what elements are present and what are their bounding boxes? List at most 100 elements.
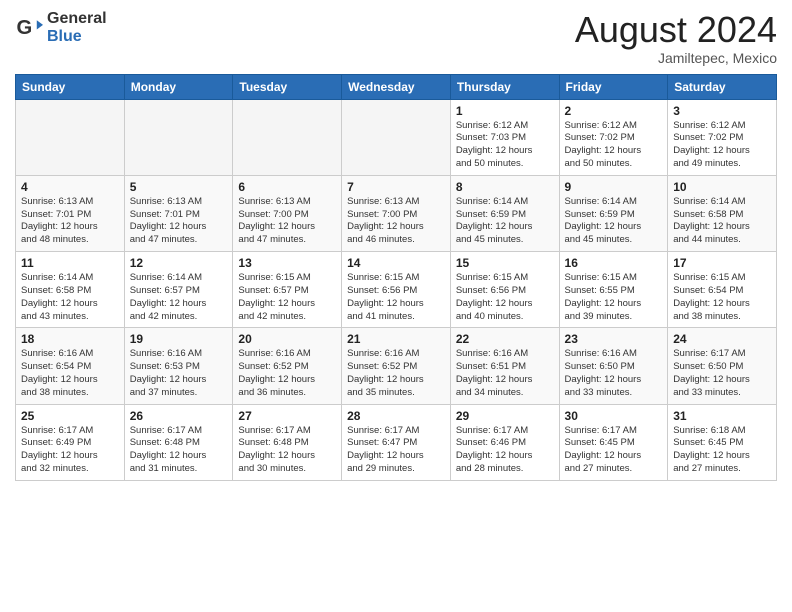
day-number: 23	[565, 332, 663, 346]
day-number: 2	[565, 104, 663, 118]
day-cell: 19 Sunrise: 6:16 AM Sunset: 6:53 PM Dayli…	[124, 328, 233, 404]
logo-general: General	[47, 10, 107, 27]
calendar-header-row: SundayMondayTuesdayWednesdayThursdayFrid…	[16, 74, 777, 99]
day-number: 27	[238, 409, 336, 423]
day-cell: 20Sunrise: 6:16 AM Sunset: 6:52 PM Dayli…	[233, 328, 342, 404]
day-info: Sunrise: 6:16 AM Sunset: 6:52 PM Dayligh…	[347, 348, 445, 399]
day-info: Sunrise: 6:16 AM Sunset: 6:53 PM Dayligh…	[130, 348, 228, 399]
day-info: Sunrise: 6:17 AM Sunset: 6:48 PM Dayligh…	[238, 425, 336, 476]
day-cell: 15 Sunrise: 6:15 AM Sunset: 6:56 PM Dayli…	[450, 252, 559, 328]
day-cell: 25 Sunrise: 6:17 AM Sunset: 6:49 PM Dayli…	[16, 404, 125, 480]
day-info: Sunrise: 6:14 AM Sunset: 6:58 PM Dayligh…	[21, 272, 119, 323]
day-number: 3	[673, 104, 771, 118]
day-number: 15	[456, 256, 554, 270]
day-cell: 27 Sunrise: 6:17 AM Sunset: 6:48 PM Dayli…	[233, 404, 342, 480]
day-info: Sunrise: 6:17 AM Sunset: 6:47 PM Dayligh…	[347, 425, 445, 476]
day-info: Sunrise: 6:13 AM Sunset: 7:01 PM Dayligh…	[21, 196, 119, 247]
day-info: Sunrise: 6:15 AM Sunset: 6:55 PM Dayligh…	[565, 272, 663, 323]
day-cell	[233, 99, 342, 175]
day-cell: 23 Sunrise: 6:16 AM Sunset: 6:50 PM Dayli…	[559, 328, 668, 404]
day-number: 21	[347, 332, 445, 346]
day-number: 9	[565, 180, 663, 194]
day-cell: 7 Sunrise: 6:13 AM Sunset: 7:00 PM Daylig…	[342, 175, 451, 251]
col-header-wednesday: Wednesday	[342, 74, 451, 99]
day-info: Sunrise: 6:17 AM Sunset: 6:45 PM Dayligh…	[565, 425, 663, 476]
logo-icon: G	[15, 14, 43, 42]
day-number: 4	[21, 180, 119, 194]
day-cell: 11 Sunrise: 6:14 AM Sunset: 6:58 PM Dayli…	[16, 252, 125, 328]
day-number: 8	[456, 180, 554, 194]
day-number: 11	[21, 256, 119, 270]
day-number: 17	[673, 256, 771, 270]
day-info: Sunrise: 6:14 AM Sunset: 6:57 PM Dayligh…	[130, 272, 228, 323]
logo-text-block: General Blue	[47, 10, 107, 46]
day-cell: 9 Sunrise: 6:14 AM Sunset: 6:59 PM Daylig…	[559, 175, 668, 251]
day-number: 14	[347, 256, 445, 270]
day-info: Sunrise: 6:18 AM Sunset: 6:45 PM Dayligh…	[673, 425, 771, 476]
day-cell: 2Sunrise: 6:12 AM Sunset: 7:02 PM Daylig…	[559, 99, 668, 175]
day-cell	[124, 99, 233, 175]
title-block: August 2024 Jamiltepec, Mexico	[575, 10, 777, 66]
day-info: Sunrise: 6:14 AM Sunset: 6:58 PM Dayligh…	[673, 196, 771, 247]
day-cell: 5 Sunrise: 6:13 AM Sunset: 7:01 PM Daylig…	[124, 175, 233, 251]
col-header-friday: Friday	[559, 74, 668, 99]
day-info: Sunrise: 6:15 AM Sunset: 6:56 PM Dayligh…	[456, 272, 554, 323]
day-number: 12	[130, 256, 228, 270]
day-number: 29	[456, 409, 554, 423]
col-header-saturday: Saturday	[668, 74, 777, 99]
day-info: Sunrise: 6:13 AM Sunset: 7:00 PM Dayligh…	[238, 196, 336, 247]
day-cell: 30 Sunrise: 6:17 AM Sunset: 6:45 PM Dayli…	[559, 404, 668, 480]
day-number: 10	[673, 180, 771, 194]
calendar-table: SundayMondayTuesdayWednesdayThursdayFrid…	[15, 74, 777, 481]
day-cell: 17 Sunrise: 6:15 AM Sunset: 6:54 PM Dayli…	[668, 252, 777, 328]
day-info: Sunrise: 6:15 AM Sunset: 6:56 PM Dayligh…	[347, 272, 445, 323]
day-info: Sunrise: 6:16 AM Sunset: 6:51 PM Dayligh…	[456, 348, 554, 399]
day-info: Sunrise: 6:16 AM Sunset: 6:52 PM Dayligh…	[238, 348, 336, 399]
day-info: Sunrise: 6:13 AM Sunset: 7:01 PM Dayligh…	[130, 196, 228, 247]
day-number: 13	[238, 256, 336, 270]
day-cell: 6Sunrise: 6:13 AM Sunset: 7:00 PM Daylig…	[233, 175, 342, 251]
day-info: Sunrise: 6:12 AM Sunset: 7:02 PM Dayligh…	[673, 120, 771, 171]
day-number: 5	[130, 180, 228, 194]
day-cell: 4 Sunrise: 6:13 AM Sunset: 7:01 PM Daylig…	[16, 175, 125, 251]
col-header-sunday: Sunday	[16, 74, 125, 99]
day-number: 28	[347, 409, 445, 423]
day-info: Sunrise: 6:12 AM Sunset: 7:03 PM Dayligh…	[456, 120, 554, 171]
day-cell: 28 Sunrise: 6:17 AM Sunset: 6:47 PM Dayli…	[342, 404, 451, 480]
day-number: 24	[673, 332, 771, 346]
month-year: August 2024	[575, 10, 777, 50]
day-cell	[342, 99, 451, 175]
day-number: 7	[347, 180, 445, 194]
day-info: Sunrise: 6:15 AM Sunset: 6:54 PM Dayligh…	[673, 272, 771, 323]
day-cell: 26Sunrise: 6:17 AM Sunset: 6:48 PM Dayli…	[124, 404, 233, 480]
day-info: Sunrise: 6:16 AM Sunset: 6:50 PM Dayligh…	[565, 348, 663, 399]
day-cell: 21 Sunrise: 6:16 AM Sunset: 6:52 PM Dayli…	[342, 328, 451, 404]
day-cell: 8Sunrise: 6:14 AM Sunset: 6:59 PM Daylig…	[450, 175, 559, 251]
day-number: 25	[21, 409, 119, 423]
week-row-3: 11 Sunrise: 6:14 AM Sunset: 6:58 PM Dayli…	[16, 252, 777, 328]
day-number: 1	[456, 104, 554, 118]
col-header-monday: Monday	[124, 74, 233, 99]
day-number: 26	[130, 409, 228, 423]
day-number: 18	[21, 332, 119, 346]
day-cell: 13Sunrise: 6:15 AM Sunset: 6:57 PM Dayli…	[233, 252, 342, 328]
day-number: 22	[456, 332, 554, 346]
day-cell	[16, 99, 125, 175]
svg-text:G: G	[17, 17, 33, 39]
day-cell: 16 Sunrise: 6:15 AM Sunset: 6:55 PM Dayli…	[559, 252, 668, 328]
col-header-tuesday: Tuesday	[233, 74, 342, 99]
day-number: 16	[565, 256, 663, 270]
week-row-2: 4 Sunrise: 6:13 AM Sunset: 7:01 PM Daylig…	[16, 175, 777, 251]
day-info: Sunrise: 6:17 AM Sunset: 6:49 PM Dayligh…	[21, 425, 119, 476]
page-header: G General Blue August 2024 Jamiltepec, M…	[15, 10, 777, 66]
day-info: Sunrise: 6:13 AM Sunset: 7:00 PM Dayligh…	[347, 196, 445, 247]
week-row-1: 1 Sunrise: 6:12 AM Sunset: 7:03 PM Daylig…	[16, 99, 777, 175]
day-cell: 14 Sunrise: 6:15 AM Sunset: 6:56 PM Dayli…	[342, 252, 451, 328]
day-info: Sunrise: 6:16 AM Sunset: 6:54 PM Dayligh…	[21, 348, 119, 399]
day-info: Sunrise: 6:14 AM Sunset: 6:59 PM Dayligh…	[565, 196, 663, 247]
day-number: 30	[565, 409, 663, 423]
day-number: 31	[673, 409, 771, 423]
day-number: 19	[130, 332, 228, 346]
day-cell: 18 Sunrise: 6:16 AM Sunset: 6:54 PM Dayli…	[16, 328, 125, 404]
week-row-4: 18 Sunrise: 6:16 AM Sunset: 6:54 PM Dayli…	[16, 328, 777, 404]
